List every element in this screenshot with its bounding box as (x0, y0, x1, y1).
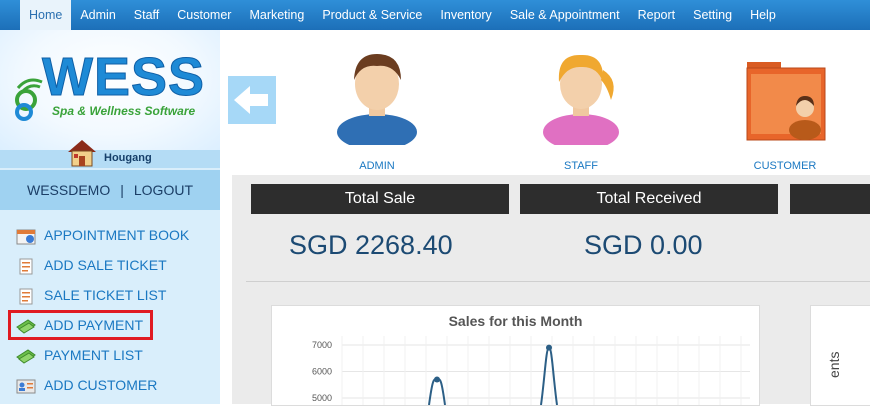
data-point[interactable] (434, 376, 440, 383)
sidebar-item-label: ADD CUSTOMER (44, 377, 158, 393)
series-line (428, 346, 558, 405)
sidebar-item-add-payment[interactable]: ADD PAYMENT (8, 310, 153, 340)
calendar-icon (16, 229, 36, 245)
divider (246, 281, 870, 282)
money-list-icon (16, 349, 36, 364)
admin-avatar-icon (337, 54, 417, 150)
nav-item-home[interactable]: Home (20, 0, 72, 30)
quick-link-staff[interactable]: STAFF (521, 40, 641, 172)
sidebar-item-label: SALE TICKET LIST (44, 287, 167, 303)
account-separator: | (120, 182, 124, 198)
sidebar-item-payment-list[interactable]: PAYMENT LIST (0, 340, 220, 370)
sidebar-menu: APPOINTMENT BOOK ADD SALE TICKET SALE TI… (0, 220, 220, 400)
nav-item-setting[interactable]: Setting (684, 0, 741, 30)
nav-item-help[interactable]: Help (741, 0, 785, 30)
customer-folder-icon (746, 62, 826, 141)
total-sale-value: SGD 2268.40 (289, 230, 453, 260)
total-received-header: Total Received (520, 184, 778, 214)
ticket-icon (19, 258, 33, 275)
sidebar-item-label: APPOINTMENT BOOK (44, 227, 190, 243)
sidebar: WESS Spa & Wellness Software Hougang WES… (0, 30, 220, 404)
nav-item-inventory[interactable]: Inventory (431, 0, 500, 30)
quick-link-label: CUSTOMER (753, 160, 817, 172)
nav-item-staff[interactable]: Staff (125, 0, 168, 30)
y-tick-label: 7000 (312, 340, 332, 350)
logo-tagline: Spa & Wellness Software (52, 104, 196, 118)
staff-avatar-icon (543, 54, 619, 150)
house-icon (68, 140, 96, 167)
sidebar-item-add-customer[interactable]: ADD CUSTOMER (0, 370, 220, 400)
logo-text: WESS (41, 47, 206, 107)
back-button[interactable] (228, 76, 276, 124)
top-navigation: Home Admin Staff Customer Marketing Product &… (0, 0, 870, 30)
account-bar: WESSDEMO | LOGOUT (0, 170, 220, 210)
sidebar-item-label: PAYMENT LIST (44, 347, 143, 363)
username-link[interactable]: WESSDEMO (27, 182, 110, 198)
nav-item-report[interactable]: Report (629, 0, 685, 30)
quick-link-admin[interactable]: ADMIN (317, 40, 437, 172)
sidebar-item-sale-ticket-list[interactable]: SALE TICKET LIST (0, 280, 220, 310)
logo-area: WESS Spa & Wellness Software (0, 30, 220, 150)
y-tick-label: 6000 (312, 367, 332, 377)
nav-item-customer[interactable]: Customer (168, 0, 240, 30)
total-received-value: SGD 0.00 (584, 230, 703, 260)
branch-name: Hougang (104, 152, 152, 164)
data-point[interactable] (546, 344, 552, 351)
total-sale-header: Total Sale (251, 184, 509, 214)
sidebar-item-add-sale-ticket[interactable]: ADD SALE TICKET (0, 250, 220, 280)
nav-item-admin[interactable]: Admin (71, 0, 124, 30)
customer-card-icon (16, 379, 36, 394)
logout-link[interactable]: LOGOUT (134, 182, 193, 198)
nav-item-sale-appointment[interactable]: Sale & Appointment (501, 0, 629, 30)
nav-item-product-service[interactable]: Product & Service (313, 0, 431, 30)
quick-link-label: STAFF (563, 160, 598, 172)
sales-chart-card: Sales for this Month 5000 6000 7000 (271, 305, 760, 406)
secondary-chart-label: ents (826, 351, 842, 378)
ticket-list-icon (19, 288, 33, 305)
sales-line-chart: 5000 6000 7000 (312, 336, 750, 405)
nav-item-marketing[interactable]: Marketing (240, 0, 313, 30)
y-tick-label: 5000 (312, 393, 332, 403)
sidebar-item-label: ADD PAYMENT (44, 317, 144, 333)
quick-link-customer[interactable]: CUSTOMER (725, 40, 845, 172)
sidebar-item-appointment-book[interactable]: APPOINTMENT BOOK (0, 220, 220, 250)
back-arrow-icon (234, 86, 268, 114)
sidebar-item-label: ADD SALE TICKET (44, 257, 167, 273)
quick-link-label: ADMIN (359, 160, 395, 172)
third-kpi-header (790, 184, 870, 214)
money-icon (16, 319, 36, 334)
